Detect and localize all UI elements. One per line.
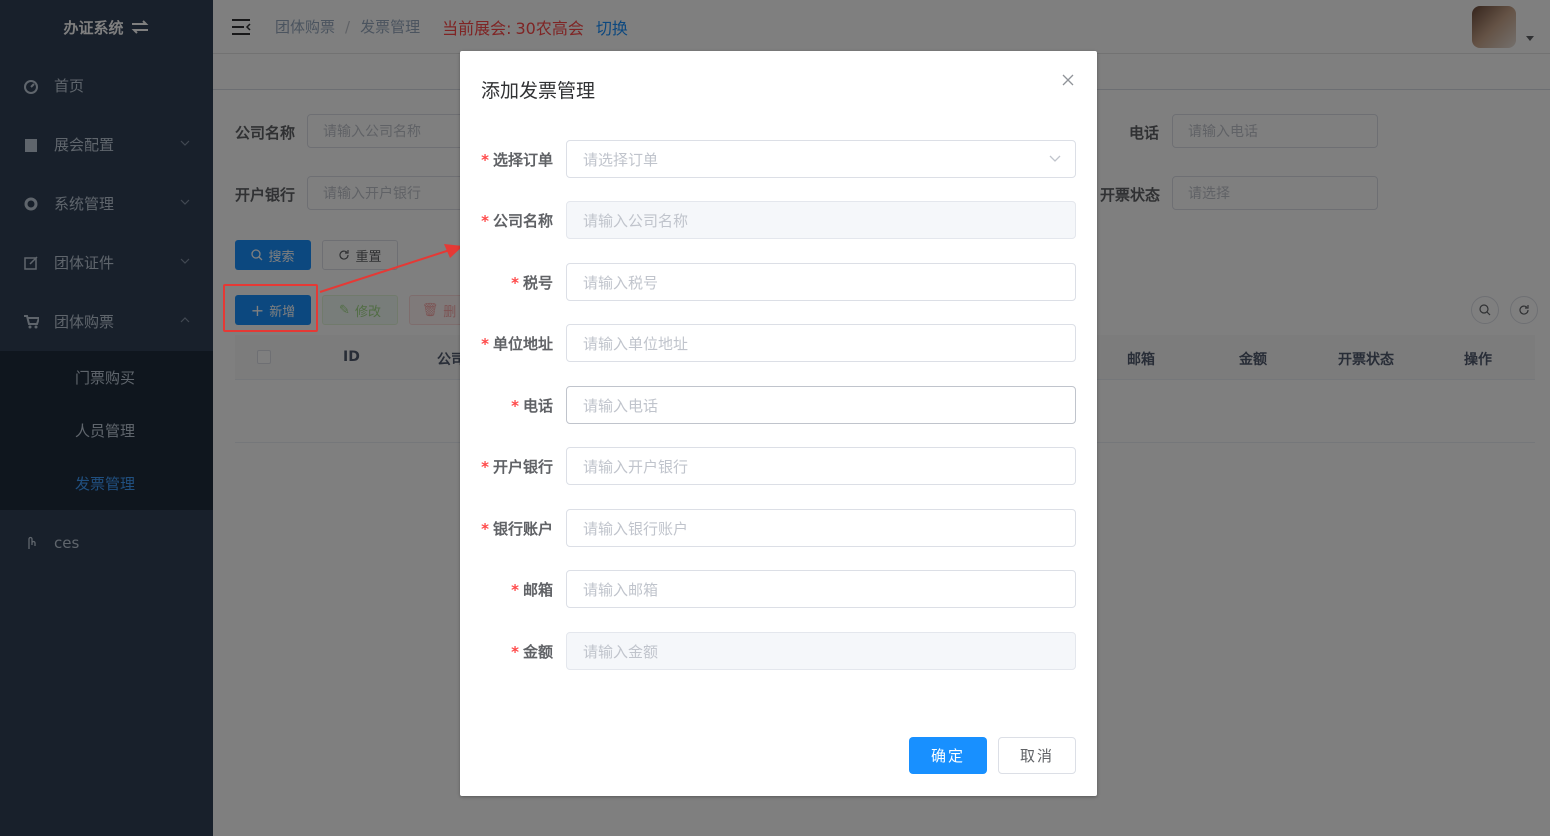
form-row-address: * 单位地址 请输入单位地址 [460, 324, 1097, 362]
field-label-text: 银行账户 [492, 520, 553, 538]
amount-input: 请输入金额 [566, 632, 1076, 670]
field-label: * 邮箱 [511, 579, 553, 600]
company-name-input: 请输入公司名称 [566, 201, 1076, 239]
order-select-placeholder: 请选择订单 [583, 150, 659, 169]
required-mark: * [511, 397, 519, 415]
form-row-tax-id: * 税号 请输入税号 [460, 263, 1097, 301]
close-icon[interactable] [1061, 73, 1075, 87]
field-label-text: 开户银行 [492, 458, 553, 476]
required-mark: * [481, 458, 489, 476]
required-mark: * [481, 335, 489, 353]
bank-account-input[interactable]: 请输入银行账户 [566, 509, 1076, 547]
form-row-amount: * 金额 请输入金额 [460, 632, 1097, 670]
form-row-bank-account: * 银行账户 请输入银行账户 [460, 509, 1097, 547]
required-mark: * [511, 581, 519, 599]
field-label-text: 金额 [522, 643, 553, 661]
required-mark: * [481, 212, 489, 230]
phone-input[interactable]: 请输入电话 [566, 386, 1076, 424]
field-label-text: 电话 [522, 397, 553, 415]
field-label-text: 邮箱 [522, 581, 553, 599]
form-row-order: * 选择订单 请选择订单 [460, 140, 1097, 178]
required-mark: * [511, 643, 519, 661]
field-label: * 税号 [511, 272, 553, 293]
bank-input[interactable]: 请输入开户银行 [566, 447, 1076, 485]
form-row-email: * 邮箱 请输入邮箱 [460, 570, 1097, 608]
field-label: * 选择订单 [481, 149, 553, 170]
field-label-text: 公司名称 [492, 212, 553, 230]
add-invoice-dialog: 添加发票管理 * 选择订单 请选择订单 * 公司名称 请输入公司名称 * 税号 请输入… [460, 51, 1097, 796]
annotation-arrow [319, 244, 463, 293]
cancel-button[interactable]: 取消 [998, 737, 1076, 774]
field-label: * 公司名称 [481, 210, 553, 231]
form-row-phone: * 电话 请输入电话 [460, 386, 1097, 424]
tax-id-input[interactable]: 请输入税号 [566, 263, 1076, 301]
field-label: * 单位地址 [481, 333, 553, 354]
form-row-company: * 公司名称 请输入公司名称 [460, 201, 1097, 239]
email-input[interactable]: 请输入邮箱 [566, 570, 1076, 608]
field-label-text: 税号 [522, 274, 553, 292]
dialog-title: 添加发票管理 [481, 80, 596, 102]
field-label-text: 选择订单 [492, 151, 553, 169]
chevron-down-icon [1049, 155, 1061, 162]
form-row-bank: * 开户银行 请输入开户银行 [460, 447, 1097, 485]
highlight-annotation [223, 284, 318, 332]
order-select[interactable]: 请选择订单 [566, 140, 1076, 178]
confirm-button[interactable]: 确定 [909, 737, 987, 774]
field-label: * 金额 [511, 641, 553, 662]
field-label-text: 单位地址 [492, 335, 553, 353]
required-mark: * [481, 151, 489, 169]
field-label: * 电话 [511, 395, 553, 416]
required-mark: * [481, 520, 489, 538]
field-label: * 开户银行 [481, 456, 553, 477]
field-label: * 银行账户 [481, 518, 553, 539]
required-mark: * [511, 274, 519, 292]
address-input[interactable]: 请输入单位地址 [566, 324, 1076, 362]
